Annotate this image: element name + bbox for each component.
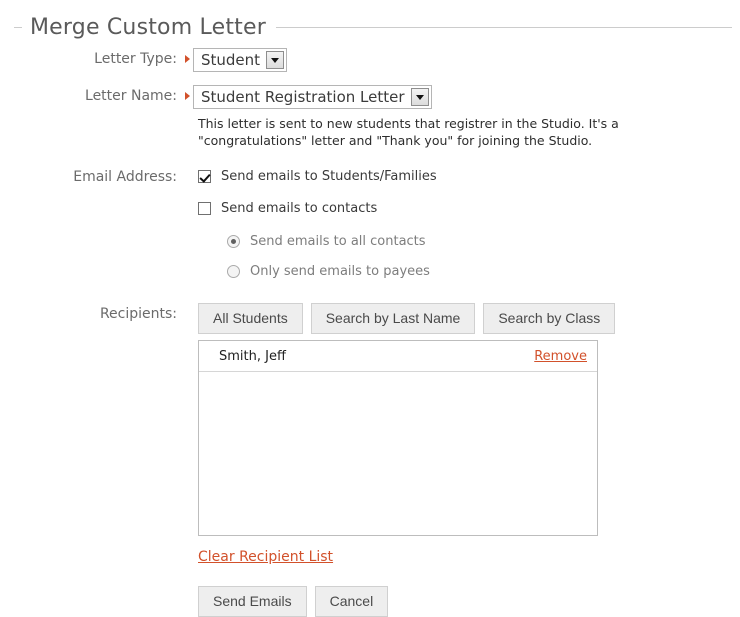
radio-all-contacts[interactable] — [227, 235, 240, 248]
search-by-last-name-button[interactable]: Search by Last Name — [310, 303, 476, 334]
checkbox-label-contacts: Send emails to contacts — [221, 201, 378, 216]
row-letter-name: Letter Name: Student Registration Letter — [0, 85, 740, 109]
legend-row: Merge Custom Letter — [14, 12, 732, 42]
radio-label-payees-only: Only send emails to payees — [250, 264, 430, 279]
required-marker-icon — [185, 55, 190, 63]
search-by-class-button[interactable]: Search by Class — [483, 303, 616, 334]
row-email-address: Email Address: Send emails to Students/F… — [0, 166, 740, 282]
letter-type-select[interactable]: Student — [193, 48, 288, 72]
all-students-button[interactable]: All Students — [198, 303, 303, 334]
legend-left-stub — [14, 26, 22, 28]
chevron-down-icon[interactable] — [266, 51, 285, 69]
row-letter-type: Letter Type: Student — [0, 48, 740, 72]
legend-rule — [275, 26, 732, 28]
merge-letter-form: Letter Type: Student Letter Name: Studen… — [0, 48, 740, 617]
radio-label-all-contacts: Send emails to all contacts — [250, 234, 426, 249]
list-item: Smith, Jeff Remove — [199, 341, 597, 372]
required-marker-icon — [185, 92, 190, 100]
checkbox-label-students-families: Send emails to Students/Families — [221, 169, 437, 184]
radio-row-all-contacts[interactable]: Send emails to all contacts — [227, 231, 740, 252]
email-address-label: Email Address: — [73, 169, 177, 185]
cancel-button[interactable]: Cancel — [314, 586, 389, 617]
row-recipients: Recipients: All Students Search by Last … — [0, 303, 740, 617]
remove-recipient-link[interactable]: Remove — [534, 349, 587, 364]
recipient-list[interactable]: Smith, Jeff Remove — [198, 340, 598, 536]
checkbox-row-students-families[interactable]: Send emails to Students/Families — [198, 166, 740, 187]
recipients-label: Recipients: — [99, 306, 177, 322]
send-emails-button[interactable]: Send Emails — [198, 586, 307, 617]
recipient-name: Smith, Jeff — [219, 348, 286, 364]
letter-description: This letter is sent to new students that… — [198, 116, 619, 148]
recipient-search-buttons: All Students Search by Last Name Search … — [198, 303, 740, 334]
letter-type-value: Student — [201, 51, 261, 69]
radio-payees-only[interactable] — [227, 265, 240, 278]
clear-recipient-list-link[interactable]: Clear Recipient List — [198, 549, 333, 565]
checkbox-contacts[interactable] — [198, 202, 211, 215]
checkbox-row-contacts[interactable]: Send emails to contacts — [198, 198, 740, 219]
merge-custom-letter-fieldset: Merge Custom Letter — [14, 12, 732, 42]
radio-row-payees-only[interactable]: Only send emails to payees — [227, 261, 740, 282]
form-action-buttons: Send Emails Cancel — [198, 586, 740, 617]
page-title: Merge Custom Letter — [30, 14, 266, 40]
chevron-down-icon[interactable] — [410, 88, 429, 106]
letter-name-select[interactable]: Student Registration Letter — [193, 85, 432, 109]
letter-name-value: Student Registration Letter — [201, 88, 405, 106]
checkbox-students-families[interactable] — [198, 170, 211, 183]
letter-type-label: Letter Type: — [94, 51, 177, 67]
letter-name-label: Letter Name: — [85, 88, 177, 104]
